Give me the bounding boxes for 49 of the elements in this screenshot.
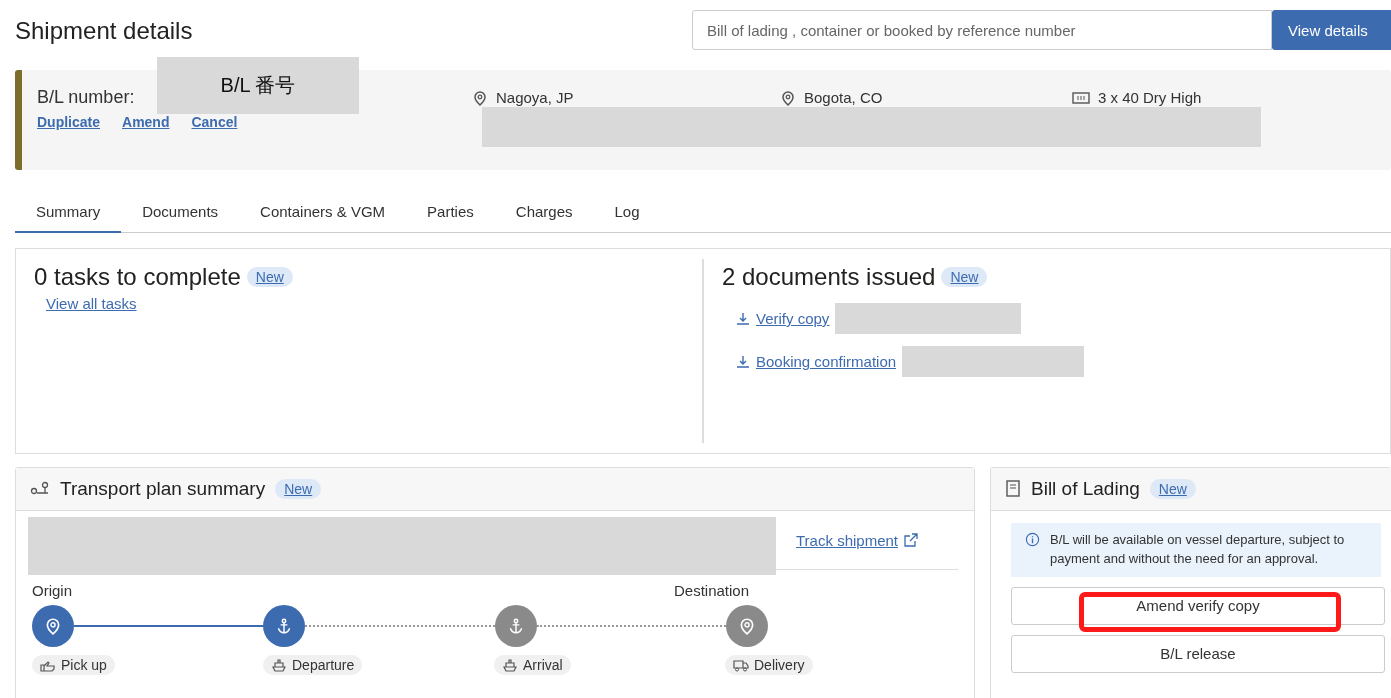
step-tag: Arrival (494, 655, 571, 675)
location-pin-icon (472, 89, 488, 106)
route-icon (30, 481, 50, 497)
document-link[interactable]: Booking confirmation (756, 353, 897, 370)
page-title: Shipment details (15, 17, 193, 45)
search-field[interactable]: Bill of lading , container or booked by reference number (692, 10, 1272, 50)
new-badge[interactable]: New (1149, 479, 1196, 499)
destination-text: Bogota, CO (804, 89, 883, 106)
info-icon (1025, 532, 1040, 547)
location-pin-icon (780, 89, 796, 106)
card-title: Bill of Lading (1031, 478, 1140, 500)
bl-number-value: B/L 番号 (157, 57, 359, 114)
step-tag: Delivery (725, 655, 813, 675)
bl-number-label: B/L number: (37, 87, 135, 107)
view-details-button[interactable]: View details (1272, 10, 1391, 50)
info-text: B/L will be available on vessel departure, subject to payment and without the need for an approval. (1050, 531, 1346, 568)
tab[interactable]: Charges (494, 192, 594, 233)
view-all-tasks-link[interactable]: View all tasks (46, 295, 137, 312)
ship-icon (271, 657, 287, 673)
step-tag: Pick up (32, 655, 115, 675)
tab[interactable]: Parties (406, 192, 495, 233)
container-icon (1072, 90, 1090, 105)
tab[interactable]: Containers & VGM (239, 192, 407, 233)
external-link-icon (904, 533, 918, 547)
action-link[interactable]: Duplicate (37, 114, 100, 130)
truck-icon (733, 657, 749, 673)
action-link[interactable]: Amend (122, 114, 170, 130)
tasks-heading: 0 tasks to complete (34, 263, 241, 291)
new-badge[interactable]: New (246, 267, 293, 287)
track-shipment-link[interactable]: Track shipment (796, 531, 898, 549)
tab[interactable]: Summary (15, 192, 122, 233)
document-icon (1005, 480, 1021, 498)
document-link[interactable]: Verify copy (756, 310, 830, 327)
tab[interactable]: Documents (121, 192, 240, 233)
tab[interactable]: Log (593, 192, 661, 233)
origin-text: Nagoya, JP (496, 89, 574, 106)
action-link[interactable]: Cancel (191, 114, 238, 130)
ship-icon (502, 657, 518, 673)
download-icon (736, 311, 750, 326)
new-badge[interactable]: New (275, 479, 322, 499)
equipment-text: 3 x 40 Dry High (1098, 89, 1202, 106)
download-icon (736, 354, 750, 369)
destination-label: Destination (674, 582, 751, 599)
origin-label: Origin (32, 582, 72, 599)
documents-heading: 2 documents issued (722, 263, 936, 291)
step-tag: Departure (263, 655, 363, 675)
card-title: Transport plan summary (60, 478, 266, 500)
new-badge[interactable]: New (941, 267, 988, 287)
action-button[interactable]: B/L release (1011, 634, 1385, 673)
